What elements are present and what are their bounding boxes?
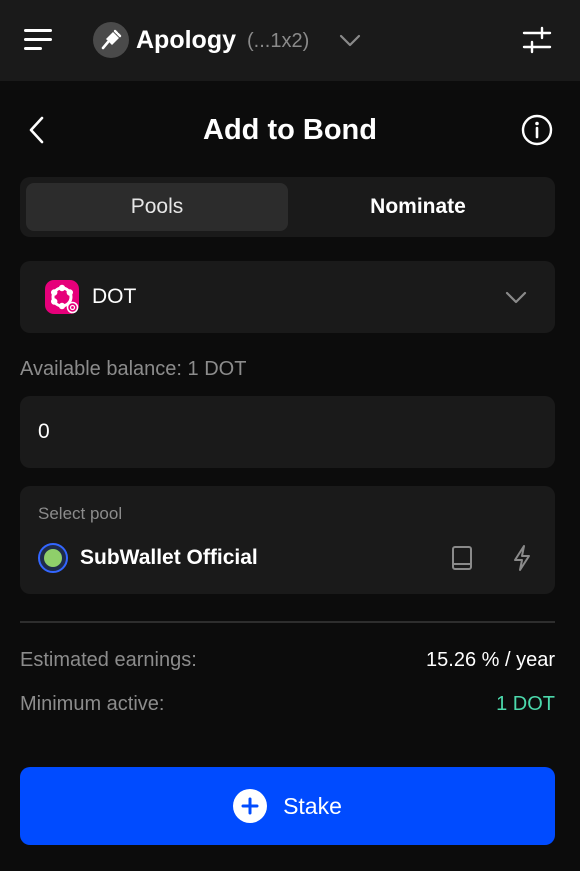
book-icon[interactable] [450,543,474,573]
chevron-down-icon[interactable] [338,30,362,50]
account-address[interactable]: (...1x2) [247,27,309,55]
pool-name: SubWallet Official [80,546,258,569]
lightning-icon[interactable] [510,543,534,573]
polkadot-icon [45,280,79,314]
stake-label: Stake [283,793,342,819]
estimated-earnings-value: 15.26 % / year [426,649,555,671]
top-bar: Apology (...1x2) [0,0,580,81]
tab-nominate[interactable]: Nominate [287,183,549,231]
account-avatar[interactable] [93,22,129,58]
stake-button[interactable]: Stake [20,767,555,845]
sliders-icon[interactable] [521,24,553,56]
plug-icon [101,29,122,50]
plus-circle-icon [233,789,268,823]
menu-icon[interactable] [22,26,54,54]
pool-selector[interactable]: Select pool SubWallet Official [20,486,555,594]
tab-pools[interactable]: Pools [26,183,288,231]
info-button[interactable] [520,113,554,147]
minimum-active-label: Minimum active: [20,693,165,715]
chevron-down-icon [504,287,528,307]
divider [20,621,555,623]
pool-avatar [38,543,68,573]
info-icon [521,114,553,146]
account-name[interactable]: Apology [136,24,236,56]
pool-caption: Select pool [38,504,123,523]
token-selector[interactable]: DOT [20,261,555,333]
available-balance: Available balance: 1 DOT [20,358,247,380]
stake-type-tabs: Pools Nominate [20,177,555,237]
page-title: Add to Bond [203,114,377,146]
estimated-earnings-label: Estimated earnings: [20,649,197,671]
amount-input[interactable] [20,396,555,468]
minimum-active-value: 1 DOT [496,693,555,715]
token-symbol: DOT [92,285,137,308]
